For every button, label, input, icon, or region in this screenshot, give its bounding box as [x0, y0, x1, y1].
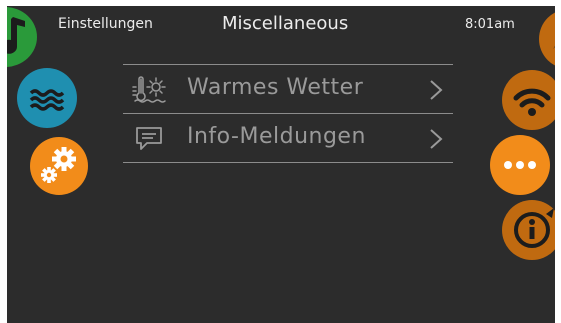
info-icon [514, 208, 554, 248]
wifi-icon [513, 88, 551, 116]
nav-wifi-button[interactable] [502, 70, 555, 130]
menu-item-label: Warmes Wetter [187, 75, 364, 100]
settings-gears-icon [41, 147, 76, 183]
thermometer-sun-icon [132, 76, 166, 103]
nav-settings-button[interactable] [30, 137, 88, 195]
more-dots-icon [504, 161, 536, 169]
chevron-right-icon [430, 129, 443, 149]
menu-item-label: Info-Meldungen [187, 124, 366, 149]
chevron-right-icon [430, 80, 443, 100]
nav-water-button[interactable] [17, 68, 77, 128]
back-label[interactable]: Einstellungen [58, 16, 153, 32]
water-icon [29, 89, 65, 111]
clock-time: 8:01am [465, 17, 515, 32]
music-icon [7, 17, 25, 54]
screen: Einstellungen Miscellaneous 8:01am Warme… [7, 6, 555, 323]
page-title: Miscellaneous [222, 13, 349, 34]
nav-lights-button[interactable] [539, 9, 555, 69]
menu-item-info-messages[interactable]: Info-Meldungen [123, 114, 453, 162]
nav-more-button[interactable] [490, 135, 550, 195]
menu-list: Warmes Wetter Info-Meldungen [123, 64, 453, 163]
menu-divider [123, 162, 453, 163]
lights-icon [553, 45, 555, 49]
message-icon [136, 127, 162, 150]
menu-item-warm-weather[interactable]: Warmes Wetter [123, 65, 453, 113]
nav-info-button[interactable] [502, 200, 555, 260]
nav-music-button[interactable] [7, 7, 37, 67]
